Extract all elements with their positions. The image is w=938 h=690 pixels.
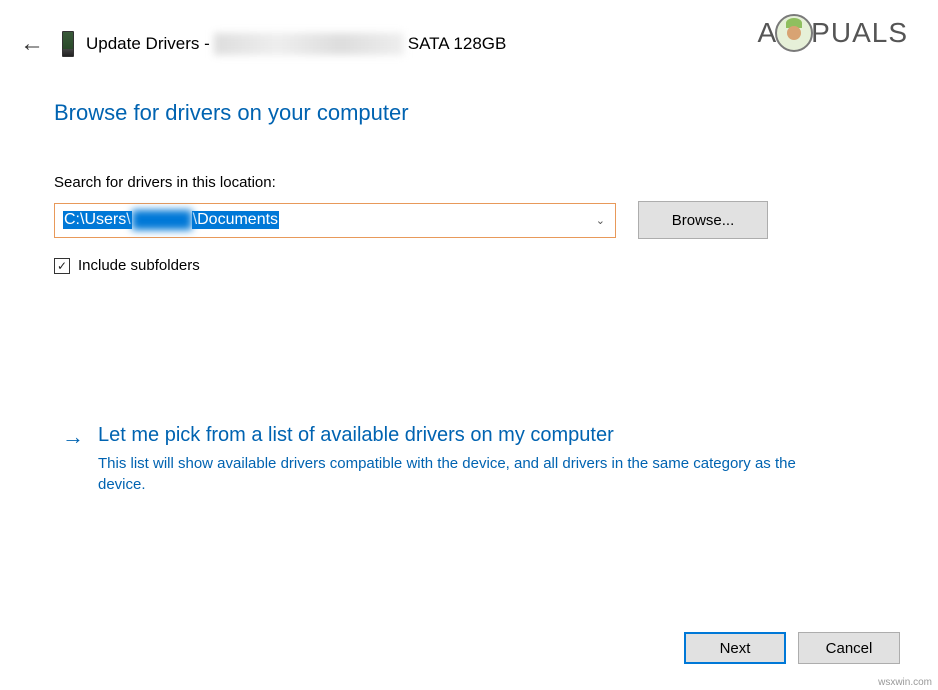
path-seg-users: C:\Users\ [63,211,132,229]
path-seg-redacted [132,210,192,230]
option-description: This list will show available drivers co… [98,453,838,495]
cancel-button[interactable]: Cancel [798,632,900,664]
watermark-face-icon [775,14,813,52]
page-title: Browse for drivers on your computer [54,100,884,126]
option-title: Let me pick from a list of available dri… [98,424,884,447]
footer-buttons: Next Cancel [684,632,900,664]
option-link-row[interactable]: → Let me pick from a list of available d… [62,424,884,495]
path-seg-documents: \Documents [192,211,279,229]
next-button[interactable]: Next [684,632,786,664]
arrow-right-icon: → [62,426,84,448]
main-content: Browse for drivers on your computer Sear… [0,80,938,495]
title-suffix: SATA 128GB [408,34,507,54]
source-watermark: wsxwin.com [878,677,932,688]
title-redacted [214,33,404,55]
location-combobox[interactable]: C:\Users\ \Documents ⌄ [54,203,616,238]
location-row: C:\Users\ \Documents ⌄ Browse... [54,201,884,239]
window-title: Update Drivers - SATA 128GB [86,33,506,55]
device-drive-icon [62,31,74,57]
pick-from-list-option[interactable]: → Let me pick from a list of available d… [54,424,884,495]
title-prefix: Update Drivers - [86,34,210,54]
search-location-label: Search for drivers in this location: [54,174,884,191]
include-subfolders-checkbox[interactable]: ✓ [54,258,70,274]
chevron-down-icon[interactable]: ⌄ [596,214,605,227]
location-input-value: C:\Users\ \Documents [63,210,279,230]
watermark-text-suffix: PUALS [811,17,908,49]
include-subfolders-label: Include subfolders [78,257,200,274]
watermark-logo: A PUALS [757,14,908,52]
option-text-block: Let me pick from a list of available dri… [98,424,884,495]
back-arrow-icon[interactable]: ← [14,28,50,60]
browse-button[interactable]: Browse... [638,201,768,239]
include-subfolders-row[interactable]: ✓ Include subfolders [54,257,884,274]
